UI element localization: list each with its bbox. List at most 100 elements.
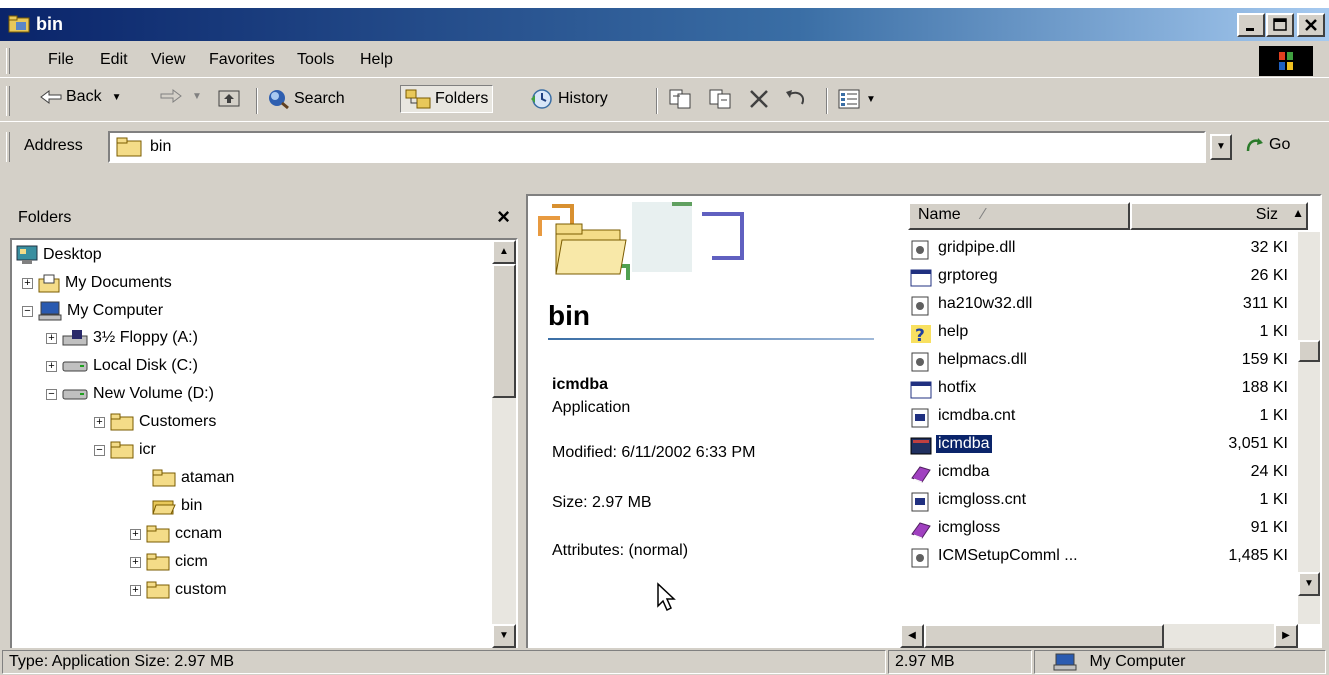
views-dropdown-icon[interactable]: ▼ (866, 94, 876, 105)
menu-favorites[interactable]: Favorites (209, 51, 275, 69)
help-icon: ? (911, 325, 931, 344)
list-vertical-scrollbar[interactable]: ▼ (1298, 232, 1320, 624)
expand-icon[interactable]: + (46, 332, 57, 344)
tree-item-local-disk-c[interactable]: + Local Disk (C:) (46, 357, 198, 375)
folders-pane: Folders × Desktop + My Documents − My Co… (10, 198, 518, 650)
forward-dropdown-icon[interactable]: ▼ (192, 91, 202, 102)
tree-item-floppy[interactable]: + 3½ Floppy (A:) (46, 329, 198, 347)
file-row[interactable]: ICMSetupComml ... 1,485 KI (910, 546, 1290, 570)
file-row[interactable]: ? help 1 KI (910, 322, 1290, 346)
tree-item-custom[interactable]: + custom (130, 581, 227, 599)
expand-icon[interactable]: + (46, 360, 57, 372)
folder-icon (146, 525, 170, 543)
file-row[interactable]: icmdba 24 KI (910, 462, 1290, 486)
list-scroll-thumb[interactable] (1298, 340, 1320, 362)
file-row[interactable]: icmdba.cnt 1 KI (910, 406, 1290, 430)
file-list[interactable]: Name ⁄ Siz ▲ gridpipe.dll 32 KI grptoreg 26… (900, 196, 1320, 648)
expand-icon[interactable]: + (130, 556, 141, 568)
menu-help[interactable]: Help (360, 51, 393, 69)
tree-item-cicm[interactable]: + cicm (130, 553, 208, 571)
address-grip[interactable] (6, 132, 10, 162)
menu-view[interactable]: View (151, 51, 185, 69)
tree-vertical-scrollbar[interactable]: ▲ ▼ (492, 240, 516, 648)
move-to-button[interactable] (668, 88, 694, 110)
list-horizontal-scrollbar[interactable]: ◀ ▶ (900, 624, 1298, 648)
scroll-up-arrow-icon[interactable]: ▲ (1292, 206, 1304, 220)
file-row[interactable]: grptoreg 26 KI (910, 266, 1290, 290)
column-header-size[interactable]: Siz ▲ (1130, 202, 1308, 230)
window-title: bin (36, 14, 63, 34)
back-dropdown-icon[interactable]: ▼ (112, 92, 122, 103)
folders-icon (405, 89, 431, 109)
history-button[interactable]: History (530, 88, 608, 110)
file-row[interactable]: icmgloss 91 KI (910, 518, 1290, 542)
address-dropdown-button[interactable]: ▼ (1210, 134, 1232, 160)
tree-item-icr[interactable]: − icr (94, 441, 156, 459)
tree-item-customers[interactable]: + Customers (94, 413, 216, 431)
column-size-label: Siz (1255, 206, 1278, 223)
forward-button[interactable]: ▼ (160, 88, 202, 104)
back-button[interactable]: Back ▼ (40, 88, 121, 106)
close-folders-icon[interactable]: × (497, 204, 510, 230)
expand-icon[interactable]: + (130, 528, 141, 540)
helpbook-icon (911, 522, 931, 539)
column-header-name[interactable]: Name ⁄ (908, 202, 1130, 230)
folders-button[interactable]: Folders (400, 85, 494, 113)
file-row[interactable]: gridpipe.dll 32 KI (910, 238, 1290, 262)
go-button[interactable]: Go (1245, 136, 1290, 154)
file-row[interactable]: helpmacs.dll 159 KI (910, 350, 1290, 374)
file-size: 1 KI (1259, 407, 1288, 424)
file-name: helpmacs.dll (938, 351, 1027, 368)
tree-item-bin[interactable]: bin (152, 497, 202, 515)
expand-icon[interactable]: + (22, 277, 33, 289)
file-row[interactable]: icmgloss.cnt 1 KI (910, 490, 1290, 514)
search-icon (269, 90, 289, 110)
scroll-thumb[interactable] (492, 264, 516, 398)
scroll-up-button[interactable]: ▲ (492, 240, 516, 264)
file-row[interactable]: icmdba 3,051 KI (910, 434, 1290, 458)
collapse-icon[interactable]: − (46, 388, 57, 400)
tree-item-my-documents[interactable]: + My Documents (22, 273, 172, 293)
close-button[interactable] (1297, 13, 1325, 37)
tree-label: cicm (175, 553, 208, 570)
scroll-down-button[interactable]: ▼ (492, 624, 516, 648)
menu-grip[interactable] (6, 48, 10, 74)
cnt-icon (911, 408, 929, 428)
list-scroll-down-button[interactable]: ▼ (1298, 572, 1320, 596)
tree-item-ccnam[interactable]: + ccnam (130, 525, 222, 543)
folder-icon (110, 441, 134, 459)
address-input[interactable]: bin (108, 131, 1206, 163)
views-button[interactable]: ▼ (838, 88, 876, 110)
tree-item-new-volume-d[interactable]: − New Volume (D:) (46, 385, 214, 403)
minimize-button[interactable] (1237, 13, 1265, 37)
collapse-icon[interactable]: − (94, 444, 105, 456)
address-value: bin (150, 138, 172, 155)
up-folder-button[interactable] (218, 88, 240, 108)
tree-item-ataman[interactable]: ataman (152, 469, 234, 487)
tree-item-desktop[interactable]: Desktop (16, 245, 102, 265)
folder-tree[interactable]: Desktop + My Documents − My Computer + 3… (10, 238, 518, 650)
toolbar-separator (256, 88, 258, 114)
menu-edit[interactable]: Edit (100, 51, 128, 69)
expand-icon[interactable]: + (130, 584, 141, 596)
folder-icon (146, 581, 170, 599)
scroll-left-button[interactable]: ◀ (900, 624, 924, 648)
title-bar[interactable]: bin (0, 8, 1329, 41)
copy-to-button[interactable] (708, 88, 734, 110)
toolbar-grip[interactable] (6, 86, 10, 116)
collapse-icon[interactable]: − (22, 305, 33, 317)
delete-button[interactable] (748, 88, 770, 110)
file-row[interactable]: ha210w32.dll 311 KI (910, 294, 1290, 318)
maximize-button[interactable] (1266, 13, 1294, 37)
scroll-right-button[interactable]: ▶ (1274, 624, 1298, 648)
search-button[interactable]: Search (266, 88, 345, 110)
file-row[interactable]: hotfix 188 KI (910, 378, 1290, 402)
menu-tools[interactable]: Tools (297, 51, 334, 69)
menu-file[interactable]: File (48, 51, 74, 69)
folders-header: Folders × (10, 198, 518, 238)
horizontal-scroll-thumb[interactable] (924, 624, 1164, 648)
undo-button[interactable] (784, 88, 808, 110)
tree-item-my-computer[interactable]: − My Computer (22, 301, 163, 321)
expand-icon[interactable]: + (94, 416, 105, 428)
arrow-down-icon: ▼ (499, 630, 509, 641)
